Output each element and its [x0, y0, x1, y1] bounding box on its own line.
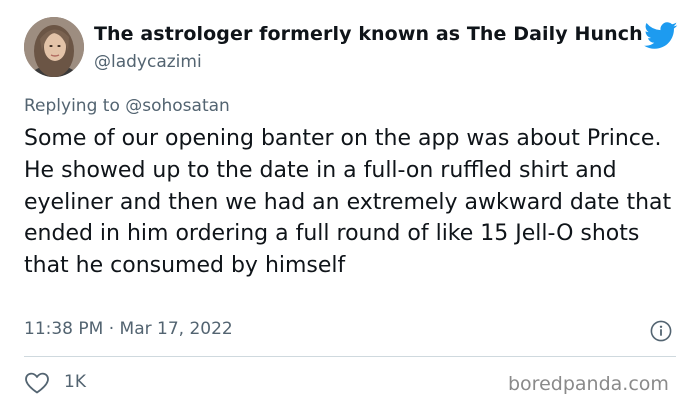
- display-name[interactable]: The astrologer formerly known as The Dai…: [94, 23, 643, 45]
- replying-to-label: Replying to: [24, 96, 126, 116]
- profile-photo: [24, 17, 84, 77]
- tweet-card: The astrologer formerly known as The Dai…: [0, 0, 700, 410]
- info-icon[interactable]: [650, 320, 672, 342]
- replying-to-line: Replying to @sohosatan: [24, 96, 230, 116]
- tweet-timestamp[interactable]: 11:38 PM · Mar 17, 2022: [24, 319, 233, 339]
- twitter-bird-icon[interactable]: [644, 22, 678, 50]
- user-handle[interactable]: @ladycazimi: [94, 52, 202, 72]
- heart-icon[interactable]: [24, 371, 50, 395]
- avatar[interactable]: [24, 17, 84, 77]
- watermark: boredpanda.com: [508, 373, 669, 395]
- tweet-text: Some of our opening banter on the app wa…: [24, 126, 672, 279]
- reply-mention-link[interactable]: @sohosatan: [125, 96, 230, 116]
- divider: [24, 356, 676, 357]
- like-count: 1K: [64, 372, 86, 392]
